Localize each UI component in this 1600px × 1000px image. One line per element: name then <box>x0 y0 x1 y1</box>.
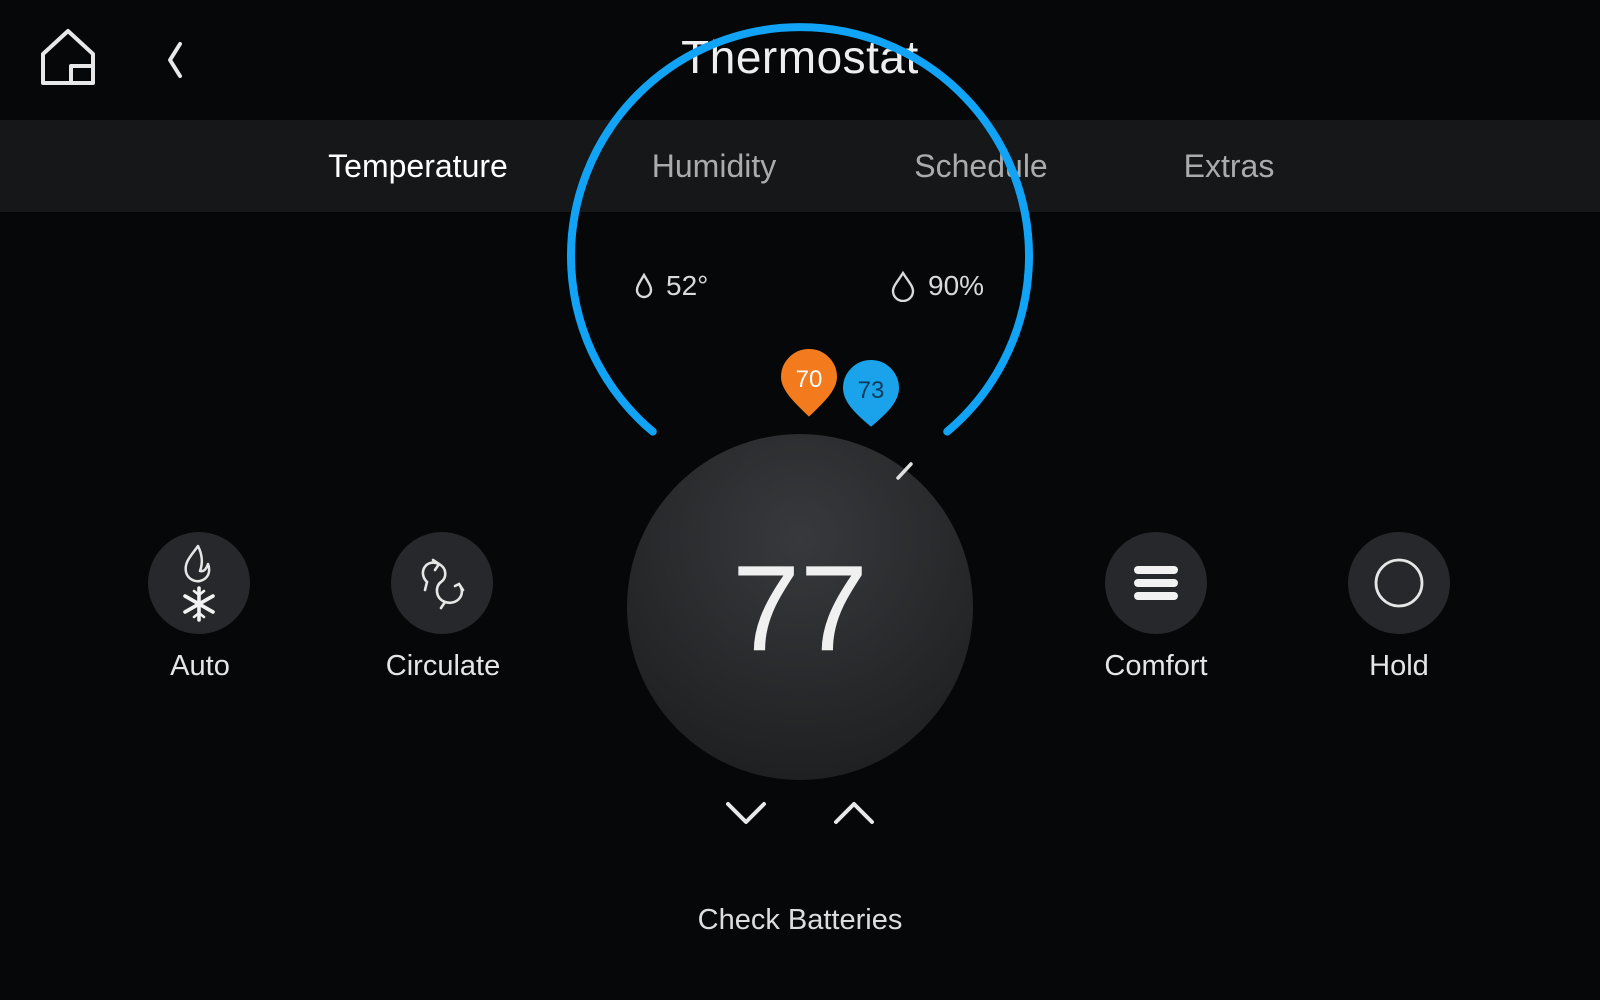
heat-setpoint-marker[interactable]: 70 <box>778 347 840 420</box>
thermostat-dial: 77 70 73 <box>567 23 1033 830</box>
cool-setpoint-value: 73 <box>858 377 885 404</box>
increase-temp-button[interactable] <box>826 790 882 830</box>
cool-setpoint-marker[interactable]: 73 <box>840 358 902 430</box>
status-message: Check Batteries <box>697 904 903 936</box>
heat-setpoint-value: 70 <box>796 366 823 393</box>
current-temperature: 77 <box>732 540 868 676</box>
decrease-temp-button[interactable] <box>718 790 774 830</box>
